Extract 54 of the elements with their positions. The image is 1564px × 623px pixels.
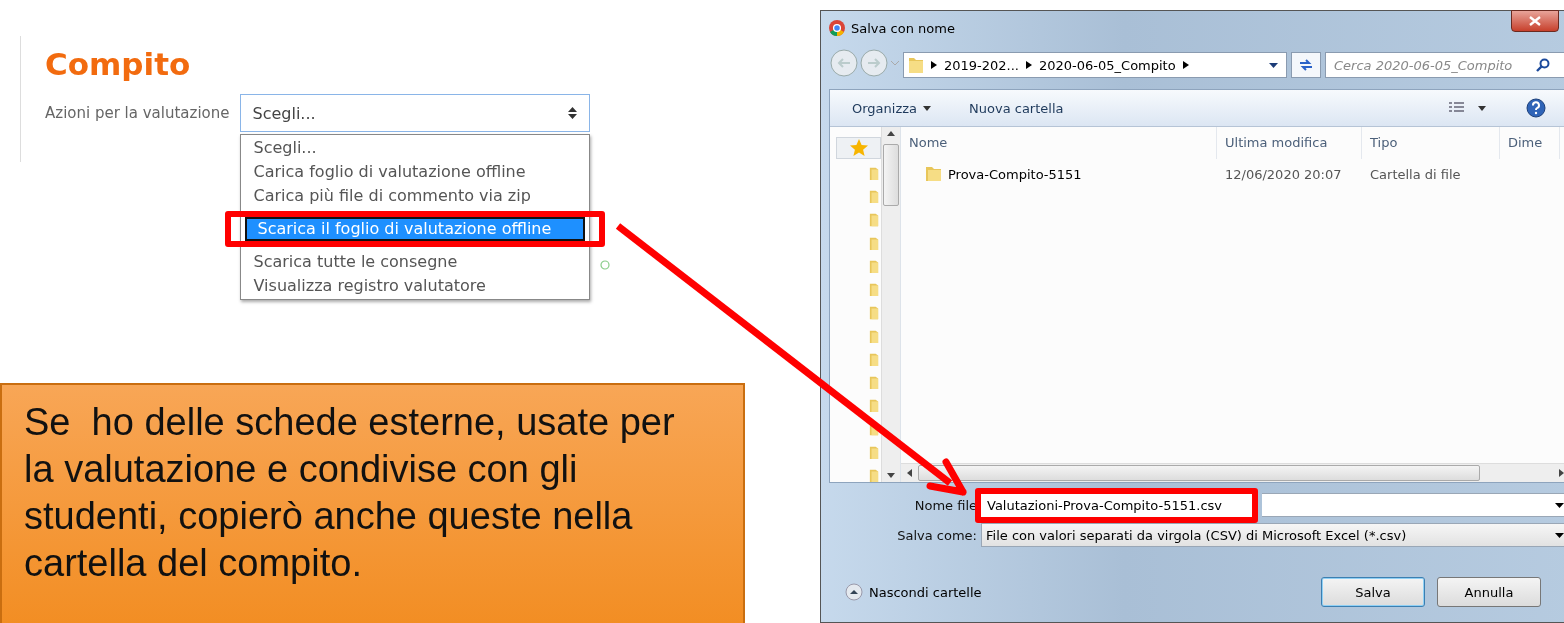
new-folder-button[interactable]: Nuova cartella — [969, 100, 1064, 116]
browser-icon — [829, 20, 845, 36]
column-header[interactable]: Ultima modifica — [1217, 127, 1362, 159]
chevron-icon — [1026, 61, 1032, 69]
scroll-down-icon[interactable] — [887, 473, 895, 478]
scroll-up-icon[interactable] — [887, 131, 895, 136]
dropdown-option[interactable]: Scarica tutte le consegne — [240, 250, 589, 274]
address-bar[interactable]: 2019-202... 2020-06-05_Compito — [903, 52, 1287, 78]
close-icon — [1529, 16, 1541, 26]
window-title: Salva con nome — [851, 20, 955, 36]
caret-icon — [923, 105, 932, 111]
refresh-button[interactable] — [1291, 52, 1321, 78]
star-icon[interactable] — [848, 138, 869, 158]
dropdown-button[interactable] — [1262, 493, 1564, 517]
cancel-button[interactable]: Annulla — [1437, 577, 1541, 607]
field-label: Azioni per la valutazione — [45, 104, 230, 122]
save-button[interactable]: Salva — [1321, 577, 1425, 607]
circle-icon — [599, 260, 610, 270]
organize-menu[interactable]: Organizza — [852, 100, 932, 116]
actions-select[interactable]: Scegli... — [239, 94, 590, 132]
file-type: Cartella di file — [1369, 166, 1461, 182]
dropdown-arrow-icon[interactable] — [1269, 62, 1278, 68]
dropdown-option[interactable]: Carica foglio di valutazione offline — [240, 160, 589, 184]
scroll-left-icon[interactable] — [907, 469, 912, 477]
scroll-right-icon[interactable] — [1559, 469, 1564, 477]
search-icon — [1536, 58, 1550, 72]
column-header[interactable]: Tipo — [1362, 127, 1500, 159]
collapse-icon — [845, 583, 863, 601]
page-title: Compito — [45, 46, 192, 82]
file-name: Prova-Compito-5151 — [948, 166, 1082, 182]
hide-folders-toggle[interactable]: Nascondi cartelle — [845, 583, 982, 601]
dropdown-arrow-icon — [1555, 532, 1564, 538]
sort-arrows-icon — [567, 107, 577, 119]
refresh-icon — [1298, 58, 1314, 72]
file-type-select[interactable]: File con valori separati da virgola (CSV) di Microsoft Excel (*.csv) — [981, 523, 1564, 547]
dropdown-arrow-icon — [1555, 502, 1564, 508]
dropdown-option[interactable]: Carica più file di commento via zip — [240, 184, 589, 208]
column-header[interactable]: Dime — [1500, 127, 1560, 159]
view-options-icon[interactable] — [1448, 101, 1488, 115]
modified-date: 12/06/2020 20:07 — [1224, 166, 1343, 182]
search-field[interactable]: Cerca 2020-06-05_Compito — [1325, 52, 1564, 78]
column-header[interactable]: Nome — [901, 127, 1217, 159]
close-button[interactable] — [1511, 10, 1559, 32]
filename-field[interactable]: Valutazioni-Prova-Compito-5151.csv — [987, 497, 1223, 513]
file-row[interactable]: Prova-Compito-5151 12/06/2020 20:07 Cartella di file — [901, 159, 1564, 189]
callout-text: Se ho delle schede esterne, usate per la valutazione e condivise con gli studenti, copierò anche queste nella cartella del compito. — [24, 400, 676, 586]
dropdown-option[interactable]: Visualizza registro valutatore — [240, 274, 589, 298]
field-label: Salva come: — [896, 527, 977, 543]
help-icon[interactable] — [1526, 98, 1546, 118]
chevron-icon — [1182, 61, 1189, 69]
breadcrumb-item[interactable]: 2020-06-05_Compito — [1039, 57, 1176, 73]
breadcrumb-item[interactable]: 2019-202... — [944, 57, 1019, 73]
chevron-icon — [931, 61, 937, 69]
dropdown-option[interactable]: Scegli... — [240, 136, 589, 160]
